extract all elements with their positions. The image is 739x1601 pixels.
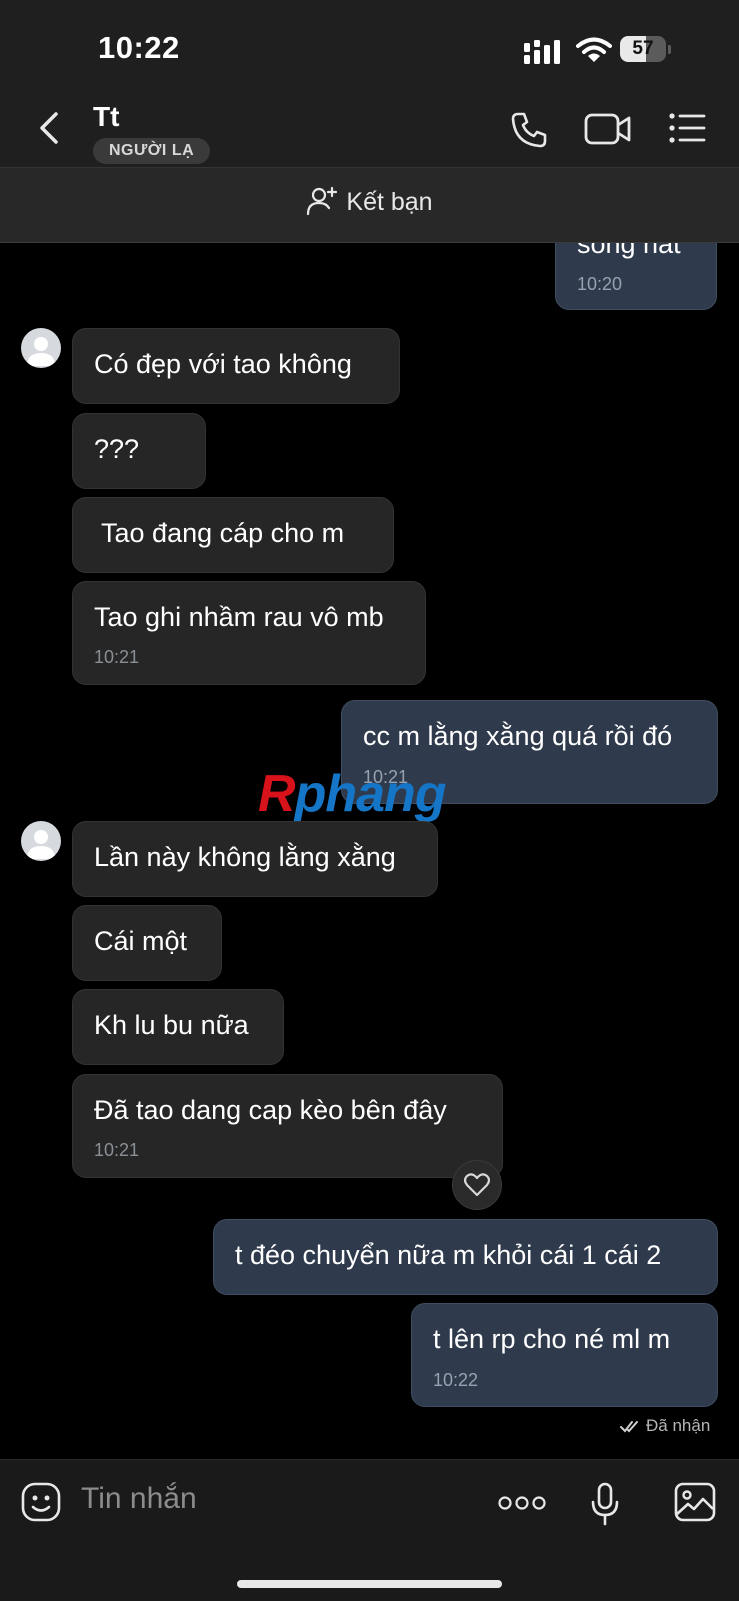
message-time: 10:20 — [577, 274, 623, 294]
delivery-status: Đã nhận — [620, 1416, 710, 1436]
video-call-icon[interactable] — [584, 111, 632, 147]
battery-percent: 57 — [632, 38, 654, 59]
message-text: ??? — [94, 434, 140, 464]
contact-avatar[interactable] — [21, 821, 61, 861]
add-friend-icon — [307, 187, 338, 216]
phone-call-icon[interactable] — [510, 111, 548, 149]
message-bubble-incoming[interactable]: ??? — [72, 413, 206, 489]
message-time: 10:21 — [94, 647, 140, 667]
back-chevron-icon[interactable] — [36, 111, 64, 145]
double-check-icon — [620, 1420, 638, 1433]
message-bubble-incoming[interactable]: Tao đang cáp cho m — [72, 497, 394, 573]
status-time: 10:22 — [98, 30, 180, 65]
message-bubble-incoming[interactable]: Kh lu bu nữa — [72, 989, 284, 1065]
watermark-logo: Rphang — [258, 765, 447, 823]
message-bubble-incoming[interactable]: Lần này không lằng xằng — [72, 821, 438, 897]
menu-list-icon[interactable] — [668, 111, 706, 145]
heart-icon — [464, 1173, 490, 1197]
message-text: Có đẹp với tao không — [94, 349, 352, 379]
delivery-status-label: Đã nhận — [646, 1416, 711, 1435]
react-heart-button[interactable] — [452, 1160, 502, 1210]
contact-avatar[interactable] — [21, 328, 61, 368]
status-bar: 10:22 57 — [0, 0, 739, 95]
message-text: Tao đang cáp cho m — [94, 518, 345, 548]
contact-name[interactable]: Tt — [93, 101, 119, 133]
wifi-icon — [576, 37, 612, 62]
message-text: Tao ghi nhầm rau vô mb — [94, 602, 384, 632]
message-bubble-outgoing[interactable]: t đéo chuyển nữa m khỏi cái 1 cái 2 — [213, 1219, 718, 1295]
battery-indicator: 57 — [620, 36, 672, 62]
message-bubble-incoming[interactable]: Cái một — [72, 905, 222, 981]
home-indicator[interactable] — [237, 1580, 502, 1588]
add-friend-label: Kết bạn — [346, 188, 433, 216]
add-friend-bar[interactable]: Kết bạn — [0, 168, 739, 243]
image-gallery-icon[interactable] — [674, 1482, 716, 1522]
microphone-icon[interactable] — [590, 1482, 620, 1526]
message-text: t đéo chuyển nữa m khỏi cái 1 cái 2 — [235, 1240, 662, 1270]
message-input[interactable]: Tin nhắn — [81, 1482, 197, 1516]
cellular-signal-icon — [524, 40, 560, 64]
message-text: Kh lu bu nữa — [94, 1010, 249, 1040]
message-text: Đã tao dang cap kèo bên đây — [94, 1095, 447, 1125]
stranger-badge: NGƯỜI LẠ — [93, 138, 211, 164]
message-text: cc m lằng xằng quá rồi đó — [363, 721, 673, 751]
message-bubble-incoming[interactable]: Đã tao dang cap kèo bên đây 10:21 — [72, 1074, 503, 1178]
chat-header: Tt NGƯỜI LẠ — [0, 95, 739, 168]
sticker-emoji-icon[interactable] — [21, 1482, 61, 1522]
message-text: t lên rp cho né ml m — [433, 1324, 671, 1354]
message-bubble-outgoing[interactable]: t lên rp cho né ml m 10:22 — [411, 1303, 718, 1407]
message-text: Lần này không lằng xằng — [94, 842, 396, 872]
message-text: Cái một — [94, 926, 188, 956]
message-bubble-incoming[interactable]: Tao ghi nhầm rau vô mb 10:21 — [72, 581, 426, 685]
message-bubble-incoming[interactable]: Có đẹp với tao không — [72, 328, 400, 404]
more-options-icon[interactable] — [498, 1496, 546, 1510]
message-composer: Tin nhắn — [0, 1459, 739, 1601]
message-time: 10:21 — [94, 1140, 140, 1160]
message-time: 10:22 — [433, 1370, 479, 1390]
